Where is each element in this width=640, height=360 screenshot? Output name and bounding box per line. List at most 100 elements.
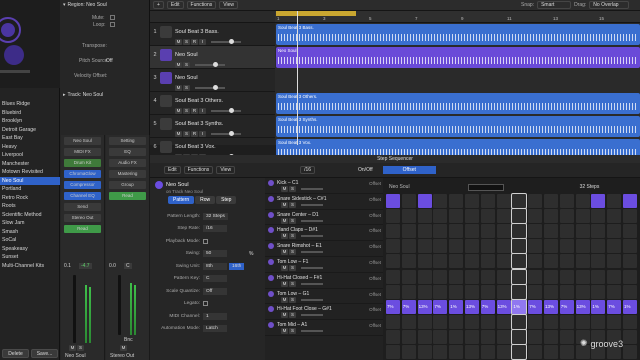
- row-slider[interactable]: [301, 282, 323, 285]
- library-item[interactable]: Retro Rock: [0, 194, 60, 203]
- step-cell[interactable]: [575, 269, 590, 284]
- edit-menu[interactable]: Edit: [166, 1, 184, 9]
- step-cell[interactable]: [465, 269, 479, 284]
- strip-slot[interactable]: Read: [109, 192, 146, 200]
- track-row[interactable]: 4 Soul Beat 3 Others. M S R I: [150, 92, 275, 115]
- step-cell[interactable]: [607, 194, 622, 208]
- strip-slot[interactable]: Channel EQ: [64, 192, 101, 200]
- step-cell[interactable]: [511, 328, 528, 345]
- view-menu[interactable]: View: [216, 166, 236, 174]
- track-volume-slider[interactable]: [195, 62, 225, 67]
- sequencer-row[interactable]: Hi-Hat Foot Close – G#1 Offset M S: [265, 304, 383, 321]
- track-region[interactable]: [276, 70, 640, 91]
- step-cell[interactable]: [511, 283, 528, 300]
- step-cell[interactable]: 1%: [449, 299, 464, 314]
- step-cell[interactable]: [401, 194, 416, 208]
- step-cell[interactable]: [528, 329, 543, 344]
- step-cell[interactable]: [449, 194, 464, 208]
- row-slider[interactable]: [301, 188, 323, 190]
- step-cell[interactable]: [528, 284, 543, 299]
- strip-slot[interactable]: Setting: [109, 137, 146, 145]
- toggle-icon[interactable]: [203, 301, 208, 307]
- view-menu[interactable]: View: [219, 1, 238, 9]
- strip-slot[interactable]: Read: [64, 225, 101, 233]
- strip-slot[interactable]: Stereo Out: [64, 214, 101, 222]
- slider-knob[interactable]: [229, 39, 234, 44]
- add-track-button[interactable]: +: [153, 1, 164, 9]
- track-region[interactable]: Soul Beat 3 Synths.: [276, 116, 640, 137]
- step-cell[interactable]: [480, 209, 495, 224]
- step-cell[interactable]: 7%: [559, 299, 574, 314]
- row-slider[interactable]: [301, 219, 323, 222]
- param-value[interactable]: 32 Steps: [203, 212, 228, 220]
- step-cell[interactable]: [386, 284, 400, 299]
- track-record-button[interactable]: R: [191, 131, 198, 137]
- ruler[interactable]: 1 3 5 7 9 11 13 15: [275, 11, 640, 23]
- step-cell[interactable]: 1%: [591, 299, 606, 314]
- mute-button[interactable]: M: [69, 345, 76, 351]
- step-cell[interactable]: [496, 314, 511, 329]
- step-cell[interactable]: [496, 345, 511, 359]
- step-cell[interactable]: [544, 314, 558, 329]
- step-cell[interactable]: 13%: [417, 299, 432, 314]
- solo-button[interactable]: S: [77, 345, 84, 351]
- tab-row[interactable]: Row: [195, 196, 216, 204]
- step-cell[interactable]: [528, 224, 543, 239]
- step-cell[interactable]: [496, 239, 511, 254]
- step-cell[interactable]: [465, 224, 479, 239]
- step-cell[interactable]: [623, 254, 637, 269]
- volume-fader[interactable]: [118, 275, 121, 335]
- sequencer-row[interactable]: Tom Low – F1 Offset M S: [265, 257, 383, 273]
- mute-button[interactable]: M: [281, 264, 288, 271]
- step-cell[interactable]: [575, 284, 590, 299]
- step-cell[interactable]: [544, 194, 558, 208]
- step-cell[interactable]: [465, 194, 479, 208]
- strip-slot[interactable]: Compressor: [64, 181, 101, 189]
- step-cell[interactable]: [401, 314, 416, 329]
- library-item[interactable]: Speakeasy: [0, 245, 60, 254]
- mute-button[interactable]: M: [281, 201, 288, 208]
- step-cell[interactable]: [591, 239, 606, 254]
- step-cell[interactable]: [575, 224, 590, 239]
- step-cell[interactable]: [401, 345, 416, 359]
- step-cell[interactable]: [480, 224, 495, 239]
- step-cell[interactable]: [417, 284, 432, 299]
- library-item[interactable]: Slow Jam: [0, 219, 60, 228]
- step-cell[interactable]: [591, 194, 606, 208]
- step-cell[interactable]: [496, 329, 511, 344]
- step-cell[interactable]: [607, 254, 622, 269]
- library-item[interactable]: Neo Soul: [0, 176, 60, 185]
- row-field[interactable]: Offset: [369, 244, 381, 249]
- step-cell[interactable]: [591, 314, 606, 329]
- step-cell[interactable]: [559, 194, 574, 208]
- sequencer-row[interactable]: Tom Mid – A1 Offset M S: [265, 320, 383, 336]
- mute-button[interactable]: M: [281, 217, 288, 224]
- library-item[interactable]: Detroit Garage: [0, 126, 60, 135]
- functions-menu[interactable]: Functions: [183, 166, 214, 174]
- param-value[interactable]: 50: [203, 250, 227, 258]
- step-cell[interactable]: [511, 253, 528, 270]
- track-region[interactable]: Soul Beat 3 Bass.: [276, 24, 640, 45]
- step-cell[interactable]: 13%: [496, 299, 511, 314]
- step-cell[interactable]: [417, 224, 432, 239]
- step-cell[interactable]: [401, 224, 416, 239]
- step-cell[interactable]: [575, 239, 590, 254]
- track-mute-button[interactable]: M: [175, 62, 182, 68]
- track-row[interactable]: 2 Neo Soul M S: [150, 46, 275, 69]
- mute-checkbox[interactable]: [110, 15, 115, 20]
- step-cell[interactable]: [386, 314, 400, 329]
- step-cell[interactable]: [528, 194, 543, 208]
- step-cell[interactable]: [386, 269, 400, 284]
- library-item[interactable]: Multi-Channel Kits: [0, 262, 60, 271]
- step-cell[interactable]: 7%: [528, 299, 543, 314]
- library-item[interactable]: Brooklyn: [0, 117, 60, 126]
- step-cell[interactable]: [449, 314, 464, 329]
- step-cell[interactable]: [465, 239, 479, 254]
- step-cell[interactable]: [449, 269, 464, 284]
- pitch-source-value[interactable]: Off: [106, 58, 113, 64]
- step-cell[interactable]: [433, 209, 448, 224]
- param-value[interactable]: Latch: [203, 325, 227, 333]
- step-cell[interactable]: [465, 284, 479, 299]
- row-field[interactable]: Offset: [369, 197, 381, 202]
- step-cell[interactable]: [559, 314, 574, 329]
